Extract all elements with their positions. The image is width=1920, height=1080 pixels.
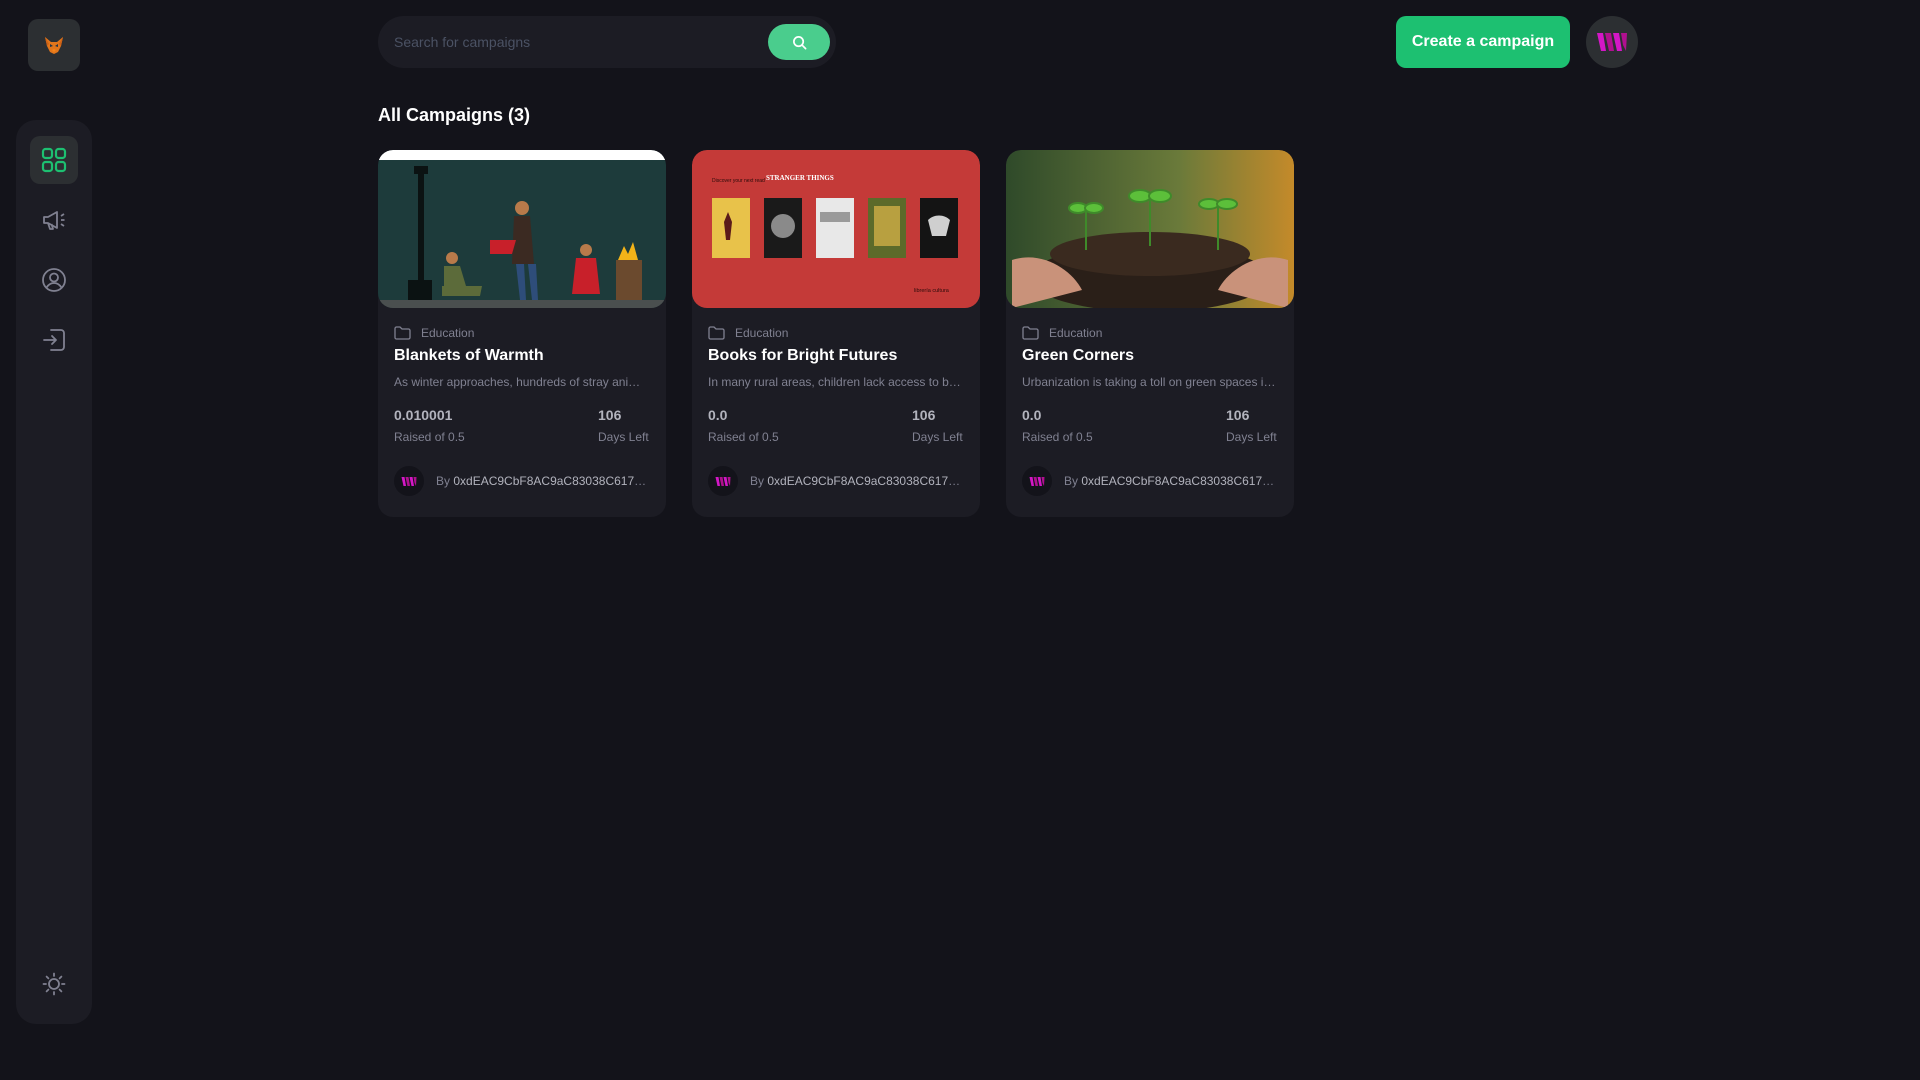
campaign-title: Blankets of Warmth xyxy=(394,347,544,364)
category-row: Education xyxy=(394,326,650,340)
campaign-title: Books for Bright Futures xyxy=(708,347,898,364)
owner-avatar xyxy=(394,466,424,496)
days-left-value: 106 xyxy=(912,407,936,423)
profile-avatar[interactable] xyxy=(1586,16,1638,68)
raised-amount: 0.0 xyxy=(708,407,728,423)
owner-address: By 0xdEAC9CbF8AC9aC83038C617CF6bdB4C4 xyxy=(436,474,650,488)
sun-icon xyxy=(42,972,66,996)
days-left-value: 106 xyxy=(1226,407,1250,423)
user-logo-icon xyxy=(1597,33,1627,51)
campaign-image-blankets xyxy=(378,150,666,308)
sidebar-item-dashboard[interactable] xyxy=(30,136,78,184)
sidebar-item-campaign[interactable] xyxy=(30,196,78,244)
sidebar-item-logout[interactable] xyxy=(30,316,78,364)
folder-icon xyxy=(394,326,411,340)
raised-label: Raised of 0.5 xyxy=(1022,430,1093,444)
campaign-description: As winter approaches, hundreds of stray … xyxy=(394,375,650,389)
theme-toggle[interactable] xyxy=(30,960,78,1008)
category-label: Education xyxy=(421,326,475,340)
category-row: Education xyxy=(1022,326,1278,340)
user-circle-icon xyxy=(42,268,66,292)
app-logo[interactable] xyxy=(28,19,80,71)
owner-avatar xyxy=(1022,466,1052,496)
search-bar xyxy=(378,16,836,68)
category-row: Education xyxy=(708,326,964,340)
user-logo-icon xyxy=(401,476,417,486)
campaign-title: Green Corners xyxy=(1022,347,1135,364)
campaign-description: In many rural areas, children lack acces… xyxy=(708,375,964,389)
owner-address: By 0xdEAC9CbF8AC9aC83038C617CF6bdB4C4 xyxy=(750,474,964,488)
page-title: All Campaigns (3) xyxy=(378,105,531,125)
search-input[interactable] xyxy=(394,34,768,50)
user-logo-icon xyxy=(1029,476,1045,486)
folder-icon xyxy=(1022,326,1039,340)
campaign-card[interactable]: Education Green Corners Urbanization is … xyxy=(1006,150,1294,517)
create-campaign-button[interactable]: Create a campaign xyxy=(1396,16,1570,68)
search-icon xyxy=(792,35,806,49)
banner-tagline: Discover your next read xyxy=(712,178,765,184)
days-left-label: Days Left xyxy=(598,430,649,444)
days-left-label: Days Left xyxy=(912,430,963,444)
campaign-image-green xyxy=(1006,150,1294,308)
campaign-description: Urbanization is taking a toll on green s… xyxy=(1022,375,1278,389)
banner-footer: librería cultura xyxy=(914,288,950,294)
campaign-card[interactable]: Education Blankets of Warmth As winter a… xyxy=(378,150,666,517)
owner-avatar xyxy=(708,466,738,496)
raised-label: Raised of 0.5 xyxy=(394,430,465,444)
campaign-card[interactable]: Discover your next read STRANGER THINGS … xyxy=(692,150,980,517)
days-left-value: 106 xyxy=(598,407,622,423)
raised-amount: 0.010001 xyxy=(394,407,453,423)
days-left-label: Days Left xyxy=(1226,430,1277,444)
megaphone-icon xyxy=(43,211,65,230)
folder-icon xyxy=(708,326,725,340)
owner-address: By 0xdEAC9CbF8AC9aC83038C617CF6bdB4C4 xyxy=(1064,474,1278,488)
sidebar xyxy=(16,120,92,1024)
fox-logo-icon xyxy=(45,37,63,54)
logout-icon xyxy=(43,329,65,351)
banner-brand: STRANGER THINGS xyxy=(766,174,834,182)
sidebar-item-profile[interactable] xyxy=(30,256,78,304)
dashboard-grid-icon xyxy=(41,147,67,173)
search-button[interactable] xyxy=(768,24,830,60)
campaign-image-books: Discover your next read STRANGER THINGS … xyxy=(692,150,980,308)
category-label: Education xyxy=(1049,326,1103,340)
user-logo-icon xyxy=(715,476,731,486)
category-label: Education xyxy=(735,326,789,340)
raised-amount: 0.0 xyxy=(1022,407,1042,423)
raised-label: Raised of 0.5 xyxy=(708,430,779,444)
